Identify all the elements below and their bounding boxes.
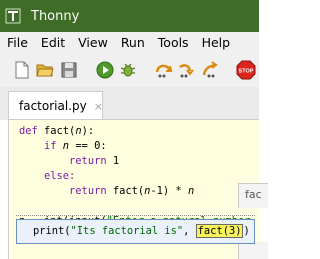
- code-text: def fact(n): if n == 0: return 1 else: r…: [19, 124, 250, 229]
- title-bar: Thonny: [0, 0, 259, 32]
- code-token: -1) *: [150, 185, 188, 197]
- editor-tab-strip: factorial.py ×: [0, 87, 259, 120]
- highlighted-call: fact(3): [195, 224, 244, 238]
- run-icon[interactable]: [96, 61, 114, 79]
- new-file-icon[interactable]: [13, 61, 31, 79]
- popup-token: ): [243, 225, 250, 237]
- popup-token: ,: [183, 225, 196, 237]
- stop-icon[interactable]: STOP: [236, 60, 256, 80]
- side-panel-lower: [238, 242, 268, 259]
- code-token: return: [19, 185, 107, 197]
- menu-edit[interactable]: Edit: [41, 35, 65, 50]
- step-over-icon[interactable]: [155, 61, 173, 79]
- popup-token: print(: [33, 225, 71, 237]
- menu-run[interactable]: Run: [121, 35, 145, 50]
- code-token: 1: [106, 155, 120, 167]
- window-title: Thonny: [31, 8, 80, 24]
- step-into-icon[interactable]: [178, 61, 196, 79]
- menu-help[interactable]: Help: [202, 35, 231, 50]
- tab-label: factorial.py: [19, 99, 87, 113]
- tab-close-icon[interactable]: ×: [94, 100, 103, 113]
- code-token: def: [19, 125, 38, 137]
- menu-tools[interactable]: Tools: [158, 35, 189, 50]
- code-token: else:: [19, 170, 76, 182]
- thonny-logo-icon: [5, 8, 21, 24]
- popup-code: print("Its factorial is", fact(3)): [33, 224, 250, 238]
- code-token: fact(: [106, 185, 145, 197]
- open-file-icon[interactable]: [36, 61, 54, 79]
- code-token: ):: [81, 125, 95, 137]
- stop-label: STOP: [239, 69, 254, 75]
- code-token: if: [19, 140, 63, 152]
- step-out-icon[interactable]: [201, 61, 219, 79]
- menu-view[interactable]: View: [78, 35, 108, 50]
- tab-factorial-py[interactable]: factorial.py ×: [8, 91, 103, 120]
- debug-icon[interactable]: [119, 61, 137, 79]
- code-token: return: [19, 155, 107, 167]
- popup-string: "Its factorial is": [70, 225, 184, 237]
- code-token: fact(: [37, 125, 76, 137]
- code-token: == 0:: [69, 140, 107, 152]
- separator: [16, 215, 255, 216]
- save-file-icon[interactable]: [60, 61, 78, 79]
- side-panel[interactable]: fac: [238, 183, 268, 208]
- toolbar: STOP: [0, 52, 259, 87]
- menu-file[interactable]: File: [7, 35, 28, 50]
- evaluation-popup: print("Its factorial is", fact(3)): [16, 219, 255, 244]
- menu-bar: File Edit View Run Tools Help: [0, 32, 259, 52]
- side-panel-label: fac: [245, 188, 262, 201]
- code-token: n: [187, 185, 195, 197]
